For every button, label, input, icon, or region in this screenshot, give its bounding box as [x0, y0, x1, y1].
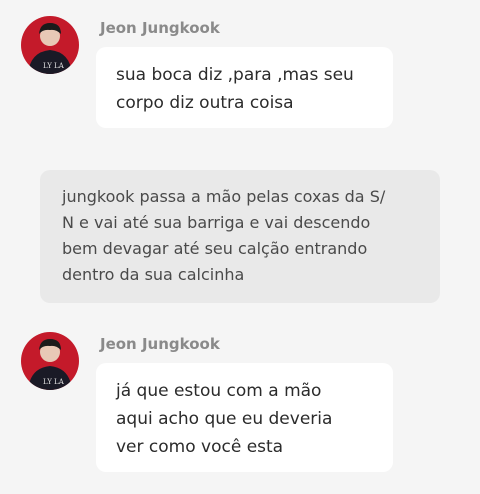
message-line: já que estou com a mão — [116, 381, 322, 401]
sender-name: Jeon Jungkook — [100, 19, 220, 37]
narration-bubble: jungkook passa a mão pelas coxas da S/ N… — [40, 170, 440, 303]
message-bubble: sua boca diz ,para ,mas seu corpo diz ou… — [96, 47, 393, 128]
jungkook-avatar-icon: LY LA — [21, 332, 79, 390]
avatar[interactable]: LY LA — [21, 332, 79, 390]
narration-line: dentro da sua calcinha — [62, 265, 245, 284]
message-line: sua boca diz ,para ,mas seu — [116, 65, 354, 85]
narration-line: jungkook passa a mão pelas coxas da S/ — [62, 187, 386, 206]
message-bubble: já que estou com a mão aqui acho que eu … — [96, 363, 393, 472]
narration-line: N e vai até sua barriga e vai descendo — [62, 213, 371, 232]
message-line: corpo diz outra coisa — [116, 93, 294, 113]
message-line: ver como você esta — [116, 437, 284, 457]
avatar[interactable]: LY LA — [21, 16, 79, 74]
sender-name: Jeon Jungkook — [100, 335, 220, 353]
narration-line: bem devagar até seu calção entrando — [62, 239, 368, 258]
jungkook-avatar-icon: LY LA — [21, 16, 79, 74]
svg-text:LY LA: LY LA — [43, 378, 65, 386]
message-line: aqui acho que eu deveria — [116, 409, 333, 429]
svg-text:LY LA: LY LA — [43, 62, 65, 70]
